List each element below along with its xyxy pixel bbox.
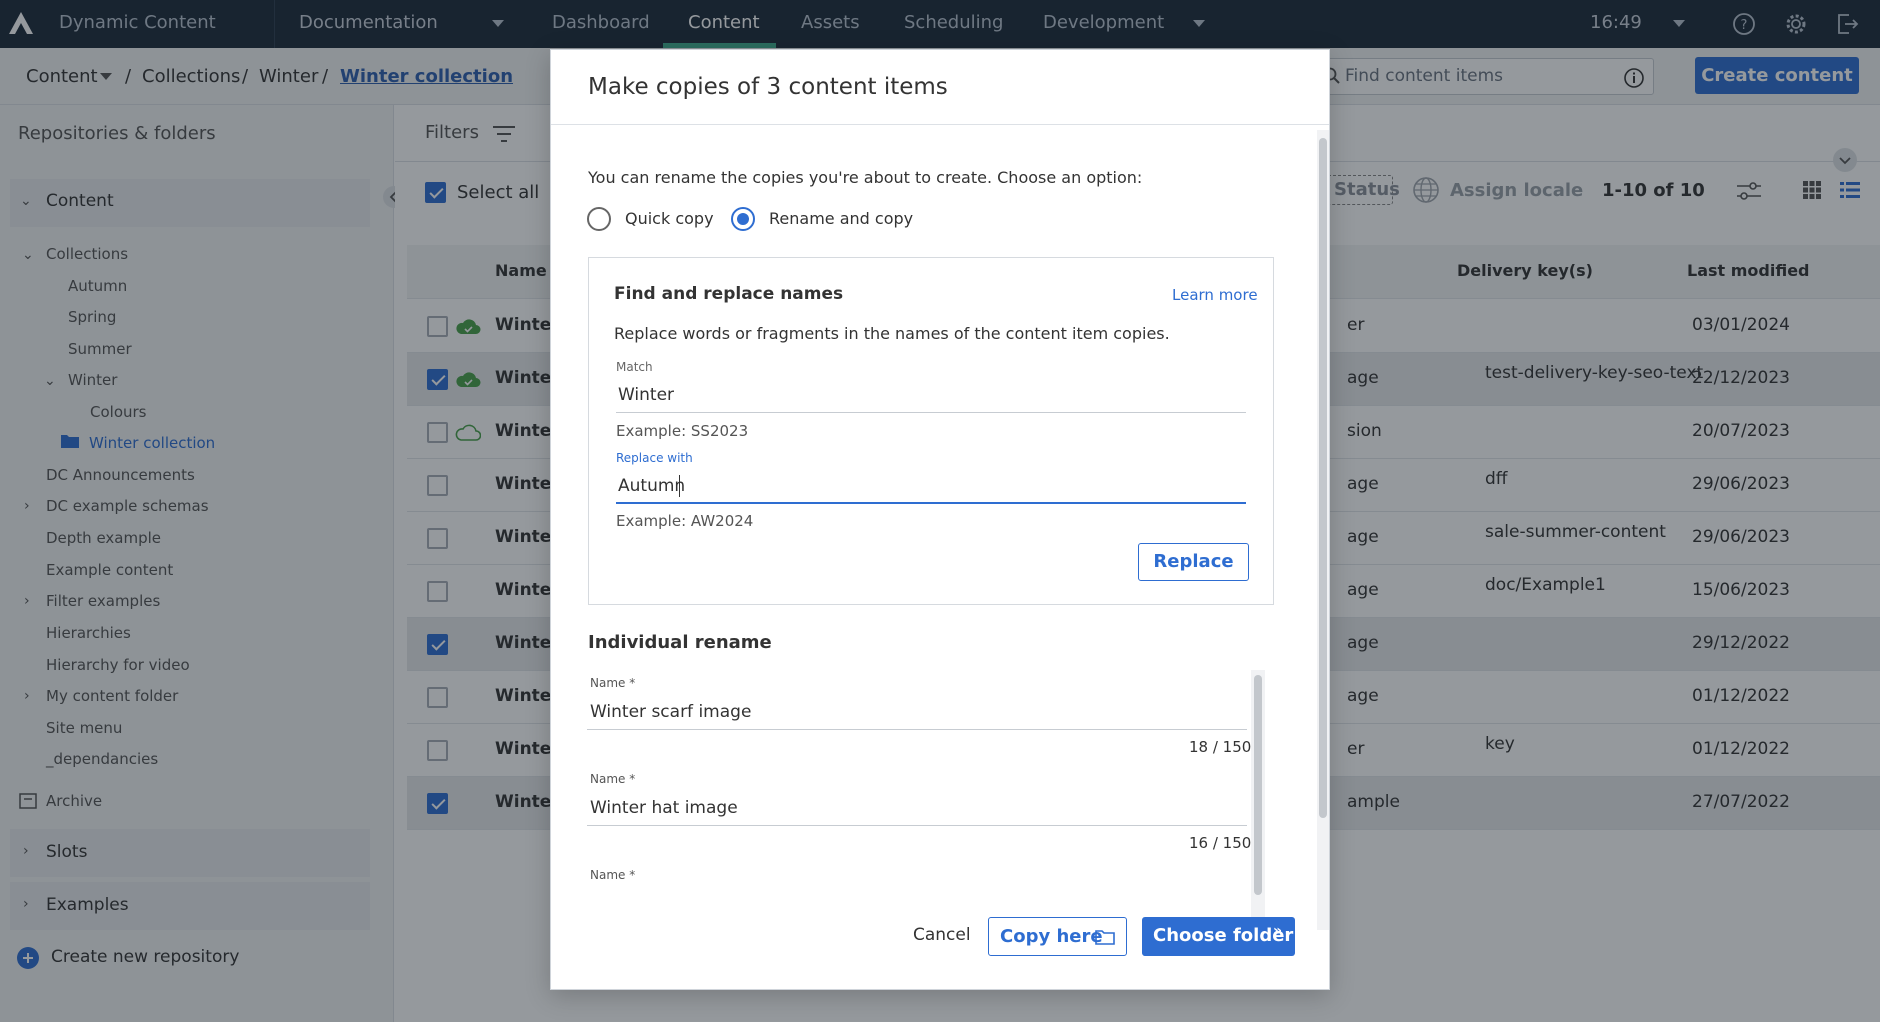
name-input[interactable]: Winter scarf image [590, 702, 751, 722]
individual-rename-title: Individual rename [588, 632, 772, 653]
rename-list: Name * Winter scarf image 18 / 150 Name … [587, 670, 1277, 928]
dialog-scrollbar-thumb[interactable] [1319, 138, 1327, 818]
dialog-title: Make copies of 3 content items [588, 74, 948, 100]
find-replace-description: Replace words or fragments in the names … [614, 324, 1170, 343]
replace-button[interactable]: Replace [1138, 543, 1249, 581]
folder-icon [1095, 930, 1115, 945]
match-input[interactable]: Winter [618, 385, 674, 405]
replace-with-label: Replace with [616, 451, 693, 465]
find-replace-title: Find and replace names [614, 284, 844, 304]
copy-here-button[interactable]: Copy here [988, 917, 1127, 956]
list-item: Name * Winter scarf image 18 / 150 [587, 670, 1262, 766]
rename-and-copy-label[interactable]: Rename and copy [769, 209, 913, 228]
quick-copy-radio[interactable] [587, 207, 611, 231]
cancel-button[interactable]: Cancel [913, 925, 971, 945]
rename-list-scrollbar[interactable] [1251, 670, 1265, 928]
copy-dialog: Make copies of 3 content items You can r… [550, 49, 1330, 990]
character-count: 18 / 150 [1189, 738, 1252, 756]
find-replace-panel: Find and replace names Learn more Replac… [588, 257, 1274, 605]
text-cursor [679, 475, 680, 497]
rename-list-scrollbar-thumb[interactable] [1254, 675, 1262, 895]
match-example: Example: SS2023 [616, 422, 749, 440]
dialog-intro: You can rename the copies you're about t… [588, 168, 1143, 187]
quick-copy-label[interactable]: Quick copy [625, 209, 714, 228]
replace-example: Example: AW2024 [616, 512, 754, 530]
rename-and-copy-radio[interactable] [731, 207, 755, 231]
learn-more-link[interactable]: Learn more [1172, 286, 1258, 304]
name-input[interactable]: Winter hat image [590, 798, 738, 818]
list-item: Name * Winter hat image 16 / 150 [587, 766, 1262, 862]
double-chevron-right-icon: » [1273, 923, 1283, 939]
choose-folder-button[interactable]: Choose folder » [1142, 917, 1295, 956]
character-count: 16 / 150 [1189, 834, 1252, 852]
match-label: Match [616, 360, 653, 374]
replace-with-input[interactable]: Autumn [618, 476, 685, 496]
dialog-scrollbar-track[interactable] [1317, 130, 1329, 930]
